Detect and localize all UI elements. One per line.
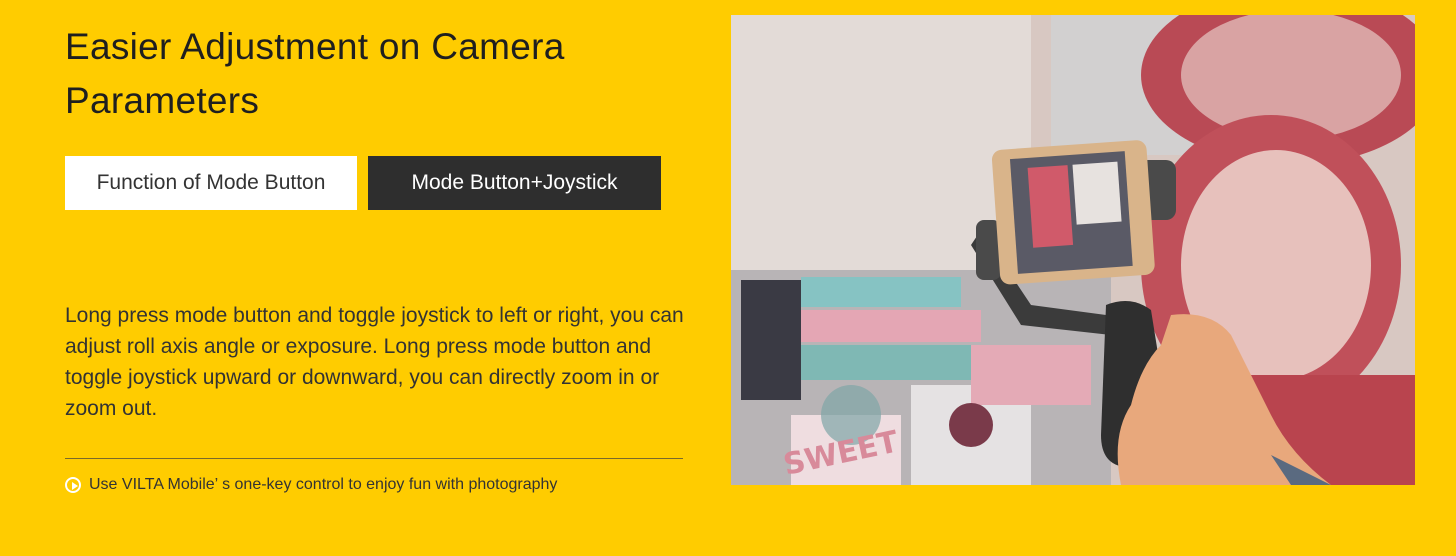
play-circle-icon xyxy=(65,477,81,493)
link-text: Use VILTA Mobile’ s one-key control to e… xyxy=(89,476,558,493)
tab-bar: Function of Mode Button Mode Button+Joys… xyxy=(65,156,661,210)
tab-function-of-mode-button[interactable]: Function of Mode Button xyxy=(65,156,357,210)
gimbal-photo-illustration: SWEET xyxy=(731,15,1415,485)
product-photo: SWEET xyxy=(731,15,1415,485)
tab-mode-button-joystick[interactable]: Mode Button+Joystick xyxy=(368,156,661,210)
feature-description: Long press mode button and toggle joysti… xyxy=(65,304,684,420)
section-title: Easier Adjustment on Camera Parameters xyxy=(65,26,565,121)
divider xyxy=(65,458,683,459)
one-key-control-link[interactable]: Use VILTA Mobile’ s one-key control to e… xyxy=(65,476,557,494)
